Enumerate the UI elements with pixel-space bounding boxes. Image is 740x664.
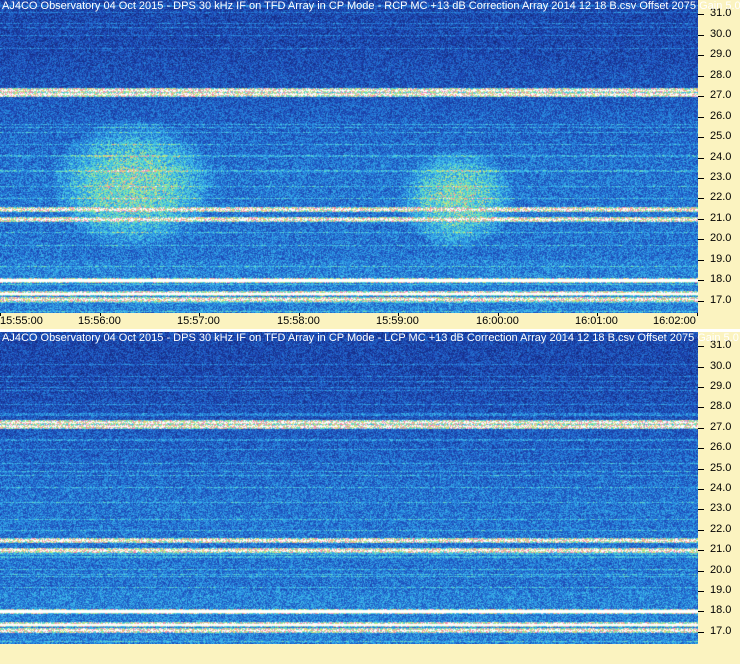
rcp-y-tick bbox=[698, 178, 704, 179]
lcp-y-tick bbox=[698, 469, 704, 470]
x-tick-label: 16:02:00 bbox=[653, 315, 696, 327]
lcp-y-tick-label: 20.0 bbox=[710, 564, 732, 576]
lcp-y-tick bbox=[698, 632, 704, 633]
x-tick-label: 16:00:00 bbox=[476, 315, 519, 327]
x-tick-label: 16:01:00 bbox=[575, 315, 618, 327]
lcp-y-tick bbox=[698, 571, 704, 572]
rcp-y-tick bbox=[698, 301, 704, 302]
lcp-spectrogram bbox=[0, 332, 698, 644]
rcp-y-tick bbox=[698, 137, 704, 138]
x-tick-label: 15:57:00 bbox=[177, 315, 220, 327]
x-tick-label: 15:59:00 bbox=[376, 315, 419, 327]
lcp-y-tick-label: 21.0 bbox=[710, 543, 732, 555]
rcp-y-tick bbox=[698, 96, 704, 97]
rcp-y-tick-label: 30.0 bbox=[710, 28, 732, 40]
rcp-y-tick bbox=[698, 219, 704, 220]
lcp-y-tick bbox=[698, 346, 704, 347]
lcp-y-tick-label: 29.0 bbox=[710, 380, 732, 392]
lcp-y-tick bbox=[698, 407, 704, 408]
lcp-y-tick-label: 25.0 bbox=[710, 462, 732, 474]
time-axis: 15:55:00 15:56:00 15:57:00 15:58:00 15:59:00… bbox=[0, 313, 740, 329]
rcp-y-tick-label: 21.0 bbox=[710, 212, 732, 224]
rcp-y-tick-label: 17.0 bbox=[710, 294, 732, 306]
lcp-y-tick-label: 28.0 bbox=[710, 400, 732, 412]
lcp-y-tick-label: 27.0 bbox=[710, 421, 732, 433]
rcp-y-tick bbox=[698, 280, 704, 281]
rcp-y-tick-label: 25.0 bbox=[710, 130, 732, 142]
rcp-panel: AJ4CO Observatory 04 Oct 2015 - DPS 30 k… bbox=[0, 0, 740, 330]
lcp-y-tick-label: 22.0 bbox=[710, 523, 732, 535]
rcp-y-tick bbox=[698, 14, 704, 15]
rcp-y-tick-label: 19.0 bbox=[710, 253, 732, 265]
rcp-y-tick bbox=[698, 198, 704, 199]
lcp-y-tick bbox=[698, 550, 704, 551]
rcp-y-tick-label: 27.0 bbox=[710, 89, 732, 101]
rcp-y-tick-label: 18.0 bbox=[710, 273, 732, 285]
lcp-y-tick-label: 30.0 bbox=[710, 360, 732, 372]
x-tick-label: 15:55:00 bbox=[0, 315, 43, 327]
lcp-y-tick-label: 17.0 bbox=[710, 625, 732, 637]
x-tick-label: 15:58:00 bbox=[277, 315, 320, 327]
rcp-frequency-axis: 31.0 30.0 29.0 28.0 27.0 26.0 25.0 24.0 23.0 22.0… bbox=[698, 0, 740, 313]
rcp-y-tick bbox=[698, 55, 704, 56]
rcp-spectrogram bbox=[0, 0, 698, 313]
lcp-y-tick bbox=[698, 530, 704, 531]
rcp-y-tick-label: 22.0 bbox=[710, 191, 732, 203]
lcp-panel: AJ4CO Observatory 04 Oct 2015 - DPS 30 k… bbox=[0, 332, 740, 664]
rcp-y-tick-label: 24.0 bbox=[710, 151, 732, 163]
lcp-title: AJ4CO Observatory 04 Oct 2015 - DPS 30 k… bbox=[2, 332, 739, 344]
rcp-y-tick-label: 23.0 bbox=[710, 171, 732, 183]
rcp-y-tick bbox=[698, 239, 704, 240]
lcp-y-tick bbox=[698, 387, 704, 388]
lcp-y-tick-label: 26.0 bbox=[710, 441, 732, 453]
lcp-y-tick bbox=[698, 367, 704, 368]
rcp-y-tick bbox=[698, 35, 704, 36]
rcp-y-tick-label: 29.0 bbox=[710, 48, 732, 60]
lcp-y-tick-label: 24.0 bbox=[710, 482, 732, 494]
lcp-y-tick bbox=[698, 448, 704, 449]
rcp-y-tick bbox=[698, 76, 704, 77]
lcp-y-tick bbox=[698, 509, 704, 510]
rcp-y-tick bbox=[698, 117, 704, 118]
rcp-y-tick bbox=[698, 260, 704, 261]
lcp-y-tick-label: 18.0 bbox=[710, 604, 732, 616]
x-tick bbox=[697, 313, 698, 316]
rcp-title: AJ4CO Observatory 04 Oct 2015 - DPS 30 k… bbox=[2, 0, 740, 12]
rcp-y-tick-label: 28.0 bbox=[710, 69, 732, 81]
lcp-y-tick-label: 19.0 bbox=[710, 584, 732, 596]
x-tick-label: 15:56:00 bbox=[78, 315, 121, 327]
rcp-y-tick bbox=[698, 158, 704, 159]
lcp-y-tick-label: 23.0 bbox=[710, 502, 732, 514]
lcp-y-tick bbox=[698, 428, 704, 429]
rcp-y-tick-label: 26.0 bbox=[710, 110, 732, 122]
lcp-y-tick bbox=[698, 591, 704, 592]
lcp-y-tick bbox=[698, 489, 704, 490]
lcp-y-tick bbox=[698, 611, 704, 612]
rcp-y-tick-label: 20.0 bbox=[710, 232, 732, 244]
lcp-frequency-axis: 31.0 30.0 29.0 28.0 27.0 26.0 25.0 24.0 23.0 22.0… bbox=[698, 332, 740, 644]
